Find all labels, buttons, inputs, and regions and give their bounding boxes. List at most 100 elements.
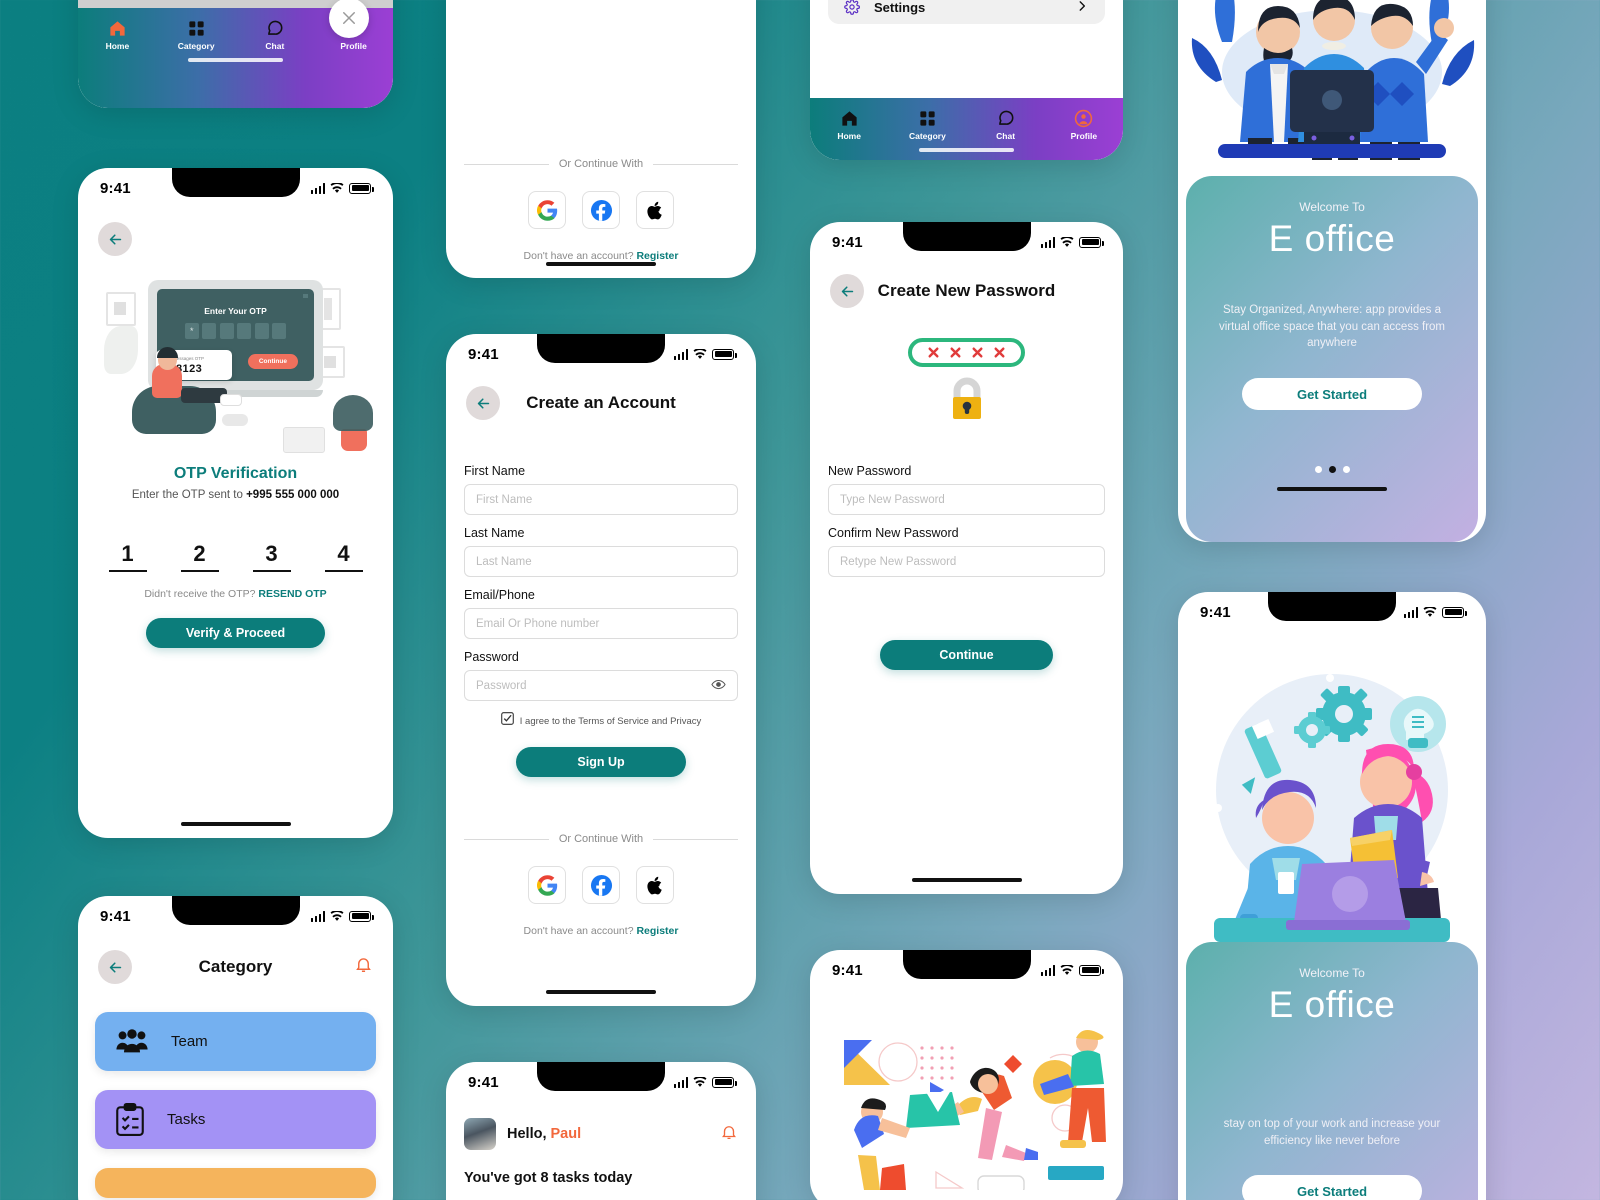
apple-login-button[interactable] — [636, 866, 674, 904]
illustration-screen-title: Enter Your OTP — [204, 306, 267, 316]
avatar[interactable] — [464, 1118, 496, 1150]
email-phone-input[interactable]: Email Or Phone number — [464, 608, 738, 639]
onboard-card-2: Welcome To E office stay on top of your … — [1186, 942, 1478, 1200]
home-indicator — [919, 148, 1014, 152]
apple-login-button[interactable] — [636, 191, 674, 229]
screen-create-new-password: 9:41 Create New Password New Password Ty… — [810, 222, 1123, 894]
battery-icon — [349, 910, 374, 922]
register-link[interactable]: Register — [636, 925, 678, 937]
new-password-input[interactable]: Type New Password — [828, 484, 1105, 515]
back-button[interactable] — [98, 222, 132, 256]
last-name-input[interactable]: Last Name — [464, 546, 738, 577]
onboard-card-1: Welcome To E office Stay Organized, Anyw… — [1186, 176, 1478, 542]
onboard-dots — [1314, 466, 1350, 474]
arrow-left-icon — [841, 285, 853, 297]
chevron-right-icon — [1075, 0, 1089, 16]
status-bar: 9:41 — [446, 1062, 756, 1102]
notch — [537, 334, 665, 363]
google-icon — [536, 874, 557, 896]
back-button[interactable] — [830, 274, 864, 308]
nav-item-category[interactable]: Category — [157, 19, 236, 51]
home-indicator — [188, 58, 283, 62]
verify-proceed-button[interactable]: Verify & Proceed — [146, 618, 325, 648]
battery-icon — [712, 1076, 737, 1088]
nav-item-category[interactable]: Category — [888, 109, 966, 141]
field-label: New Password — [828, 464, 912, 478]
checkbox-checked-icon — [500, 712, 514, 725]
social-login-row — [446, 866, 756, 904]
back-button[interactable] — [466, 386, 500, 420]
back-button[interactable] — [98, 950, 132, 984]
notification-bell-button[interactable] — [354, 955, 373, 979]
status-time: 9:41 — [832, 961, 863, 979]
greeting-prefix: Hello, — [507, 1126, 551, 1142]
resend-otp-link[interactable]: RESEND OTP — [258, 588, 326, 600]
wifi-icon — [330, 910, 344, 921]
toggle-password-visibility-button[interactable] — [711, 677, 726, 695]
category-card-tasks[interactable]: Tasks — [95, 1090, 376, 1149]
nav-label: Home — [105, 41, 130, 51]
google-login-button[interactable] — [528, 191, 566, 229]
dot-3[interactable] — [1342, 466, 1350, 474]
collaboration-illustration-svg — [1212, 670, 1454, 942]
terms-checkbox[interactable] — [500, 712, 514, 730]
otp-digit-3[interactable]: 3 — [252, 541, 291, 572]
register-link[interactable]: Register — [636, 250, 678, 262]
battery-icon — [1442, 606, 1467, 618]
divider-line — [464, 163, 549, 165]
sign-up-button[interactable]: Sign Up — [516, 747, 686, 777]
facebook-login-button[interactable] — [582, 191, 620, 229]
first-name-input[interactable]: First Name — [464, 484, 738, 515]
otp-digit-2[interactable]: 2 — [180, 541, 219, 572]
password-illustration — [810, 338, 1123, 424]
apple-icon — [646, 876, 662, 894]
signal-icon — [1403, 606, 1418, 618]
x-mark-icon — [972, 347, 983, 358]
nav-item-chat[interactable]: Chat — [236, 19, 315, 51]
get-started-button[interactable]: Get Started — [1242, 378, 1422, 411]
google-login-button[interactable] — [528, 866, 566, 904]
nav-item-home[interactable]: Home — [810, 109, 888, 141]
home-indicator — [180, 822, 291, 826]
notch — [902, 950, 1031, 979]
onboard-description: stay on top of your work and increase yo… — [1223, 1118, 1441, 1147]
grid-icon — [920, 111, 935, 126]
onboard-welcome: Welcome To — [1299, 200, 1365, 214]
field-label: Last Name — [464, 526, 525, 540]
wifi-icon — [1423, 606, 1437, 617]
facebook-login-button[interactable] — [582, 866, 620, 904]
nav-label: Chat — [996, 131, 1016, 141]
divider-label: Or Continue With — [558, 158, 644, 170]
notch — [902, 222, 1031, 251]
category-card-projects[interactable]: Projects — [95, 1168, 376, 1198]
notification-bell-button[interactable] — [720, 1123, 738, 1146]
wifi-icon — [330, 182, 344, 193]
resend-prefix: Didn't receive the OTP? — [144, 588, 259, 600]
tasks-summary: You've got 8 tasks today — [464, 1170, 633, 1186]
nav-item-profile[interactable]: Profile — [1045, 109, 1123, 141]
new-password-appbar: Create New Password — [810, 262, 1123, 322]
notch — [537, 1062, 665, 1091]
signup-divider: Or Continue With — [464, 833, 738, 845]
settings-row[interactable]: Settings — [828, 0, 1105, 24]
dot-1[interactable] — [1314, 466, 1322, 474]
otp-subtitle: Enter the OTP sent to +995 555 000 000 — [78, 489, 393, 501]
status-time: 9:41 — [468, 345, 499, 363]
field-label: Email/Phone — [464, 588, 535, 602]
nav-item-chat[interactable]: Chat — [967, 109, 1045, 141]
input-placeholder: Email Or Phone number — [476, 617, 600, 630]
otp-digit-4[interactable]: 4 — [324, 541, 363, 572]
wifi-icon — [693, 348, 707, 359]
home-indicator — [911, 878, 1022, 882]
screen-onboard-2: 9:41 Welcome To E office stay on top of … — [1178, 592, 1486, 1200]
password-input[interactable]: Password — [464, 670, 738, 701]
category-card-team[interactable]: Team — [95, 1012, 376, 1071]
otp-digit-1[interactable]: 1 — [108, 541, 147, 572]
screen-login-bottom: Or Continue With Don't have an account? … — [446, 0, 756, 278]
nav-item-home[interactable]: Home — [78, 19, 157, 51]
dot-2-active[interactable] — [1328, 466, 1336, 474]
divider-line — [653, 838, 738, 840]
continue-button[interactable]: Continue — [880, 640, 1053, 670]
confirm-password-input[interactable]: Retype New Password — [828, 546, 1105, 577]
get-started-button[interactable]: Get Started — [1242, 1175, 1422, 1200]
